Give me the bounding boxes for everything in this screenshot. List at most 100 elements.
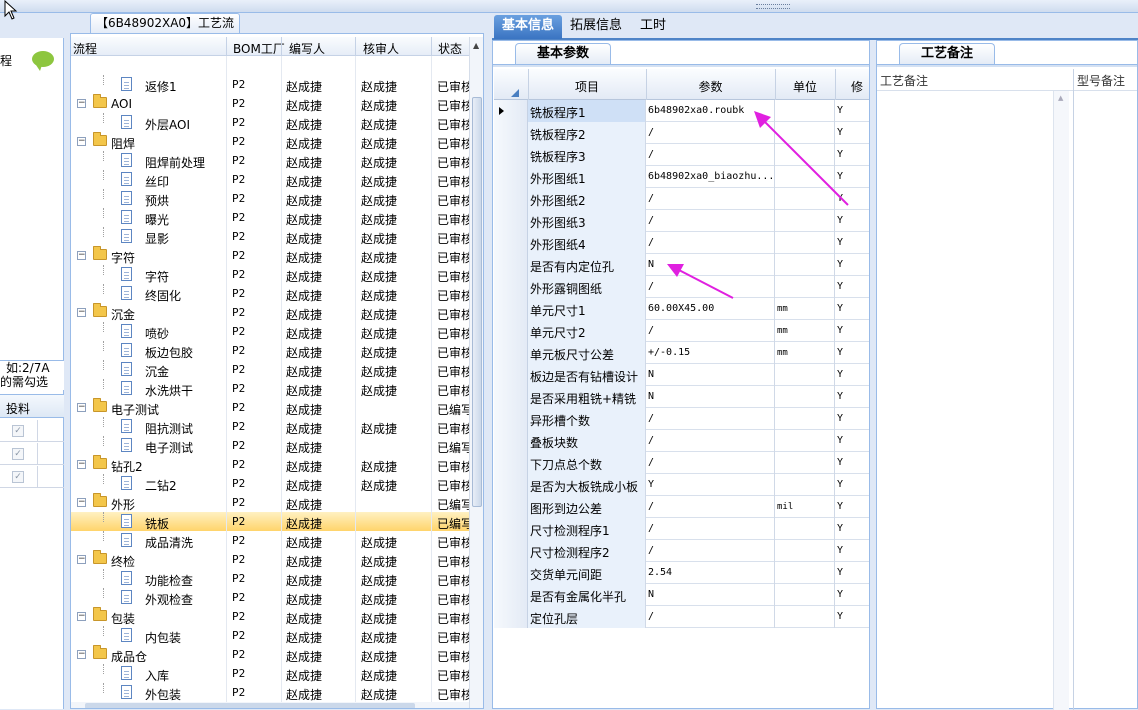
param-value[interactable]: 6b48902xa0_biaozhu... <box>646 166 775 188</box>
feed-checkbox[interactable]: ✓ <box>12 471 24 483</box>
collapse-icon[interactable]: − <box>77 403 86 412</box>
row-indicator[interactable] <box>494 386 528 408</box>
tree-horizontal-scrollbar[interactable] <box>71 702 469 708</box>
param-unit[interactable] <box>775 386 835 408</box>
param-item[interactable]: 铣板程序1 <box>528 100 646 122</box>
param-value[interactable]: N <box>646 364 775 386</box>
param-unit[interactable] <box>775 100 835 122</box>
param-row[interactable]: 叠板块数 / Y <box>494 430 869 452</box>
tree-row[interactable]: 外包装 P2 赵成捷 赵成捷 已审核 <box>71 683 469 702</box>
tab-work-hours[interactable]: 工时 <box>632 15 674 39</box>
param-modify-flag[interactable]: Y <box>835 518 869 540</box>
param-modify-flag[interactable]: Y <box>835 122 869 144</box>
param-item[interactable]: 板边是否有钻槽设计 <box>528 364 646 386</box>
param-value[interactable]: / <box>646 188 775 210</box>
param-value[interactable]: Y <box>646 474 775 496</box>
param-item[interactable]: 单元尺寸2 <box>528 320 646 342</box>
row-indicator[interactable] <box>494 210 528 232</box>
param-item[interactable]: 是否采用粗铣+精铣 <box>528 386 646 408</box>
param-modify-flag[interactable]: Y <box>835 342 869 364</box>
param-modify-flag[interactable]: Y <box>835 254 869 276</box>
col-item[interactable]: 项目 <box>528 78 646 95</box>
collapse-icon[interactable]: − <box>77 251 86 260</box>
chat-bubble-icon[interactable] <box>32 51 54 71</box>
param-item[interactable]: 外形图纸2 <box>528 188 646 210</box>
collapse-icon[interactable]: − <box>77 650 86 659</box>
row-indicator[interactable] <box>494 562 528 584</box>
param-unit[interactable] <box>775 540 835 562</box>
param-unit[interactable] <box>775 232 835 254</box>
tree-row[interactable]: − 电子测试 P2 赵成捷 已编写 <box>71 398 469 417</box>
param-modify-flag[interactable]: Y <box>835 144 869 166</box>
row-indicator[interactable] <box>494 408 528 430</box>
param-row[interactable]: 外形图纸4/ Y <box>494 232 869 254</box>
param-item[interactable]: 尺寸检测程序2 <box>528 540 646 562</box>
tree-row[interactable]: 外观检查 P2 赵成捷 赵成捷 已审核 <box>71 588 469 607</box>
param-item[interactable]: 外形图纸1 <box>528 166 646 188</box>
param-row[interactable]: 是否采用粗铣+精铣 N Y <box>494 386 869 408</box>
param-row[interactable]: 图形到边公差 / mil Y <box>494 496 869 518</box>
param-row[interactable]: 下刀点总个数 / Y <box>494 452 869 474</box>
tree-row[interactable]: 电子测试 P2 赵成捷 已编写 <box>71 436 469 455</box>
param-unit[interactable] <box>775 430 835 452</box>
param-row[interactable]: 外形图纸2/ Y <box>494 188 869 210</box>
param-item[interactable]: 图形到边公差 <box>528 496 646 518</box>
row-indicator[interactable] <box>494 364 528 386</box>
param-modify-flag[interactable]: Y <box>835 540 869 562</box>
tree-row[interactable]: 喷砂 P2 赵成捷 赵成捷 已审核 <box>71 322 469 341</box>
tree-row[interactable]: − 包装 P2 赵成捷 赵成捷 已审核 <box>71 607 469 626</box>
param-row[interactable]: 异形槽个数 / Y <box>494 408 869 430</box>
row-indicator[interactable] <box>494 606 528 628</box>
param-unit[interactable]: mm <box>775 320 835 342</box>
param-value[interactable]: N <box>646 584 775 606</box>
tab-extended-info[interactable]: 拓展信息 <box>562 15 630 39</box>
process-flow-tab[interactable]: 【6B48902XA0】工艺流程 <box>90 13 240 48</box>
param-value[interactable]: / <box>646 606 775 628</box>
process-notes-column[interactable]: 工艺备注 <box>877 69 1073 710</box>
row-indicator[interactable] <box>494 474 528 496</box>
row-indicator[interactable] <box>494 320 528 342</box>
param-value[interactable]: / <box>646 408 775 430</box>
model-notes-column[interactable]: 型号备注 <box>1074 69 1137 710</box>
param-modify-flag[interactable]: Y <box>835 320 869 342</box>
tree-row[interactable]: 预烘 P2 赵成捷 赵成捷 已审核 <box>71 189 469 208</box>
param-row[interactable]: 板边是否有钻槽设计 N Y <box>494 364 869 386</box>
row-indicator[interactable] <box>494 342 528 364</box>
splitter-grip[interactable] <box>756 4 790 9</box>
param-modify-flag[interactable]: Y <box>835 210 869 232</box>
param-item[interactable]: 外形图纸3 <box>528 210 646 232</box>
tree-row[interactable]: 丝印 P2 赵成捷 赵成捷 已审核 <box>71 170 469 189</box>
param-value[interactable]: N <box>646 386 775 408</box>
collapse-icon[interactable]: − <box>77 308 86 317</box>
param-value[interactable]: 6b48902xa0.roubk <box>646 100 775 122</box>
row-indicator[interactable] <box>494 188 528 210</box>
param-item[interactable]: 交货单元间距 <box>528 562 646 584</box>
scrollbar-thumb[interactable] <box>472 97 482 507</box>
param-row[interactable]: 尺寸检测程序2/ Y <box>494 540 869 562</box>
param-modify-flag[interactable]: Y <box>835 408 869 430</box>
param-item[interactable]: 异形槽个数 <box>528 408 646 430</box>
tree-row[interactable]: − 钻孔2 P2 赵成捷 赵成捷 已审核 <box>71 455 469 474</box>
param-modify-flag[interactable]: Y <box>835 364 869 386</box>
col-reviewer[interactable]: 核审人 <box>363 40 399 57</box>
row-indicator[interactable] <box>494 430 528 452</box>
feed-checkbox[interactable]: ✓ <box>12 425 24 437</box>
param-item[interactable]: 是否有内定位孔 <box>528 254 646 276</box>
row-indicator[interactable] <box>494 540 528 562</box>
param-value[interactable]: 60.00X45.00 <box>646 298 775 320</box>
param-item[interactable]: 定位孔层 <box>528 606 646 628</box>
param-unit[interactable] <box>775 254 835 276</box>
param-value[interactable]: N <box>646 254 775 276</box>
param-value[interactable]: / <box>646 452 775 474</box>
param-row[interactable]: 单元板尺寸公差 +/-0.15 mm Y <box>494 342 869 364</box>
param-unit[interactable] <box>775 562 835 584</box>
param-value[interactable]: / <box>646 144 775 166</box>
collapse-icon[interactable]: − <box>77 555 86 564</box>
param-unit[interactable]: mil <box>775 496 835 518</box>
tree-row[interactable]: − AOI P2 赵成捷 赵成捷 已审核 <box>71 94 469 113</box>
tree-row[interactable]: − 外形 P2 赵成捷 已编写 <box>71 493 469 512</box>
tree-row[interactable]: 阻抗测试 P2 赵成捷 赵成捷 已审核 <box>71 417 469 436</box>
param-item[interactable]: 铣板程序3 <box>528 144 646 166</box>
tree-row[interactable]: − 阻焊 P2 赵成捷 赵成捷 已审核 <box>71 132 469 151</box>
param-item[interactable]: 是否有金属化半孔 <box>528 584 646 606</box>
